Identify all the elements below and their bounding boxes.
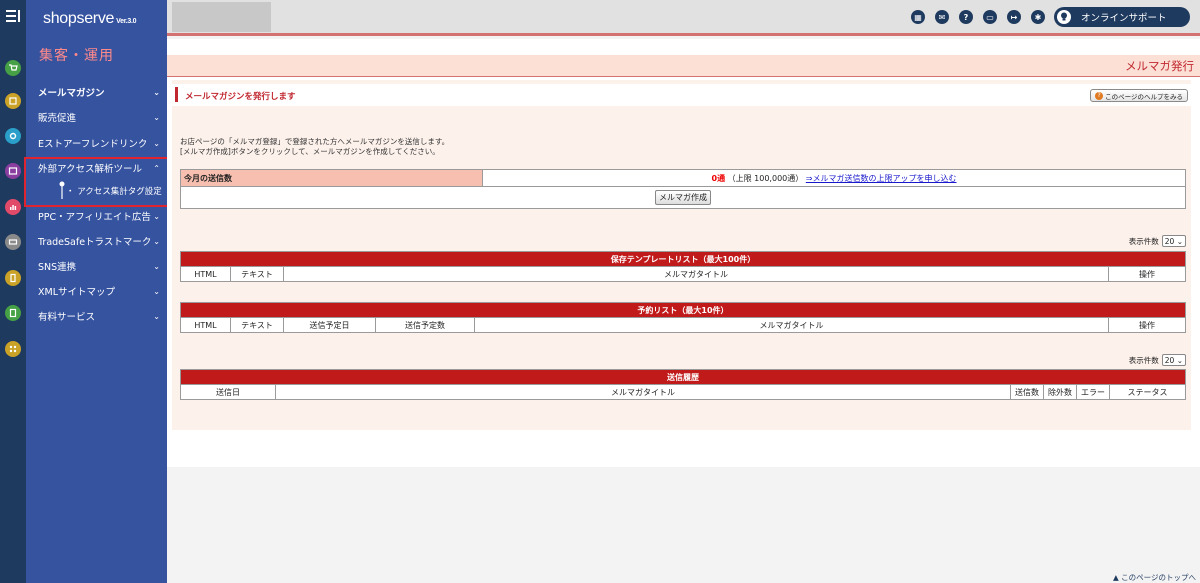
chevron-down-icon: ⌄	[153, 261, 160, 271]
topbar: ▦ ✉ ? ▭ ↦ ✱ オンラインサポート	[167, 0, 1200, 36]
logout-icon[interactable]: ↦	[1007, 10, 1021, 24]
question-icon: ?	[1095, 91, 1104, 100]
send-count-label: 今月の送信数	[180, 169, 483, 187]
gear-icon[interactable]	[5, 128, 21, 144]
per-page-control-history: 表示件数 20 ⌄	[1129, 354, 1186, 366]
store-icon[interactable]: ▦	[911, 10, 925, 24]
send-count-value: 0通	[711, 173, 726, 183]
per-page-control-templates: 表示件数 20 ⌄	[1129, 235, 1186, 247]
send-count-cell: 0通 （上限 100,000通） ⇒メルマガ送信数の上限アップを申し込む	[482, 169, 1186, 187]
column-header: テキスト	[230, 317, 284, 333]
cart-icon[interactable]	[5, 60, 21, 76]
chevron-down-icon: ⌄	[153, 211, 160, 221]
create-mailmag-button[interactable]: メルマガ作成	[655, 190, 711, 205]
column-header: HTML	[180, 266, 231, 282]
chevron-down-icon: ⌄	[153, 138, 160, 148]
document-icon[interactable]	[5, 305, 21, 321]
column-header: メルマガタイトル	[474, 317, 1109, 333]
column-header: ステータス	[1109, 384, 1186, 400]
analytics-icon[interactable]	[5, 199, 21, 215]
chevron-down-icon: ⌄	[153, 112, 160, 122]
page-subtitle: メールマガジンを発行します	[185, 92, 296, 102]
section-title: 集客・運用	[39, 48, 114, 64]
column-header: 除外数	[1043, 384, 1077, 400]
chevron-down-icon: ⌄	[153, 87, 160, 97]
mobile-icon[interactable]	[5, 270, 21, 286]
column-header: 送信数	[1010, 384, 1044, 400]
edit-icon[interactable]	[5, 93, 21, 109]
column-header: メルマガタイトル	[275, 384, 1011, 400]
sidebar-item-xml-sitemap[interactable]: XMLサイトマップ ⌄	[38, 282, 164, 300]
reserve-list-table: 予約リスト（最大10件） HTML テキスト 送信予定日 送信予定数 メルマガタ…	[180, 302, 1186, 333]
chevron-down-icon: ⌄	[153, 236, 160, 246]
template-list-table: 保存テンプレートリスト（最大100件） HTML テキスト メルマガタイトル 操…	[180, 251, 1186, 282]
icon-rail	[0, 0, 26, 583]
history-list-caption: 送信履歴	[180, 369, 1186, 385]
page-header: メルマガ発行	[167, 55, 1200, 77]
help-page-button[interactable]: ? このページのヘルプをみる	[1090, 89, 1188, 102]
upgrade-limit-link[interactable]: ⇒メルマガ送信数の上限アップを申し込む	[806, 174, 957, 183]
chevron-down-icon: ⌄	[153, 311, 160, 321]
send-limit: （上限 100,000通）	[727, 173, 804, 183]
sidebar-item-tradesafe[interactable]: TradeSafeトラストマーク ⌄	[38, 232, 164, 250]
mail-icon[interactable]: ✉	[935, 10, 949, 24]
column-header: 送信予定数	[375, 317, 475, 333]
column-header: HTML	[180, 317, 231, 333]
calendar-icon[interactable]	[5, 163, 21, 179]
send-status-table: 今月の送信数 0通 （上限 100,000通） ⇒メルマガ送信数の上限アップを申…	[180, 169, 1186, 209]
column-header: 送信予定日	[283, 317, 376, 333]
chat-icon[interactable]: ▭	[983, 10, 997, 24]
sidebar-item-sns[interactable]: SNS連携 ⌄	[38, 257, 164, 275]
sidebar: shopserve Ver.3.0 集客・運用 メールマガジン ⌄ 販売促進 ⌄ Eス…	[26, 0, 167, 583]
page-title: メルマガ発行	[1125, 59, 1194, 73]
shopserve-logo[interactable]: shopserve Ver.3.0	[43, 10, 137, 28]
template-list-caption: 保存テンプレートリスト（最大100件）	[180, 251, 1186, 267]
column-header: 操作	[1108, 266, 1186, 282]
highlight-box	[24, 157, 172, 207]
column-header: テキスト	[230, 266, 284, 282]
per-page-select[interactable]: 20 ⌄	[1161, 354, 1186, 366]
reserve-list-caption: 予約リスト（最大10件）	[180, 302, 1186, 318]
settings-icon[interactable]: ✱	[1031, 10, 1045, 24]
sidebar-item-mail-magazine[interactable]: メールマガジン ⌄	[38, 83, 164, 101]
history-list-table: 送信履歴 送信日 メルマガタイトル 送信数 除外数 エラー ステータス	[180, 369, 1186, 400]
lightbulb-icon	[1057, 10, 1071, 24]
info-text: お店ページの「メルマガ登録」で登録された方へメールマガジンを送信します。 [メル…	[180, 137, 450, 156]
column-header: エラー	[1076, 384, 1110, 400]
back-to-top-link[interactable]: ▲ このページのトップへ	[1113, 572, 1196, 583]
sub-header: メールマガジンを発行します ? このページのヘルプをみる	[172, 84, 1191, 106]
per-page-select[interactable]: 20 ⌄	[1161, 235, 1186, 247]
main-content: メルマガ発行 メールマガジンを発行します ? このページのヘルプをみる お店ペー…	[167, 39, 1200, 467]
sidebar-item-estore-friend-link[interactable]: Eストアーフレンドリンク ⌄	[38, 134, 164, 152]
chevron-down-icon: ⌄	[153, 286, 160, 296]
sidebar-item-promotion[interactable]: 販売促進 ⌄	[38, 108, 164, 126]
sidebar-item-ppc-affiliate[interactable]: PPC・アフィリエイト広告 ⌄	[38, 207, 164, 225]
shop-logo-placeholder	[172, 2, 271, 32]
sidebar-item-paid-services[interactable]: 有料サービス ⌄	[38, 307, 164, 325]
online-support-button[interactable]: オンラインサポート	[1054, 7, 1190, 27]
menu-toggle-icon[interactable]	[4, 8, 22, 24]
apps-icon[interactable]	[5, 341, 21, 357]
card-icon[interactable]	[5, 234, 21, 250]
help-icon[interactable]: ?	[959, 10, 973, 24]
column-header: 操作	[1108, 317, 1186, 333]
column-header: メルマガタイトル	[283, 266, 1109, 282]
column-header: 送信日	[180, 384, 276, 400]
accent-bar	[175, 87, 178, 102]
